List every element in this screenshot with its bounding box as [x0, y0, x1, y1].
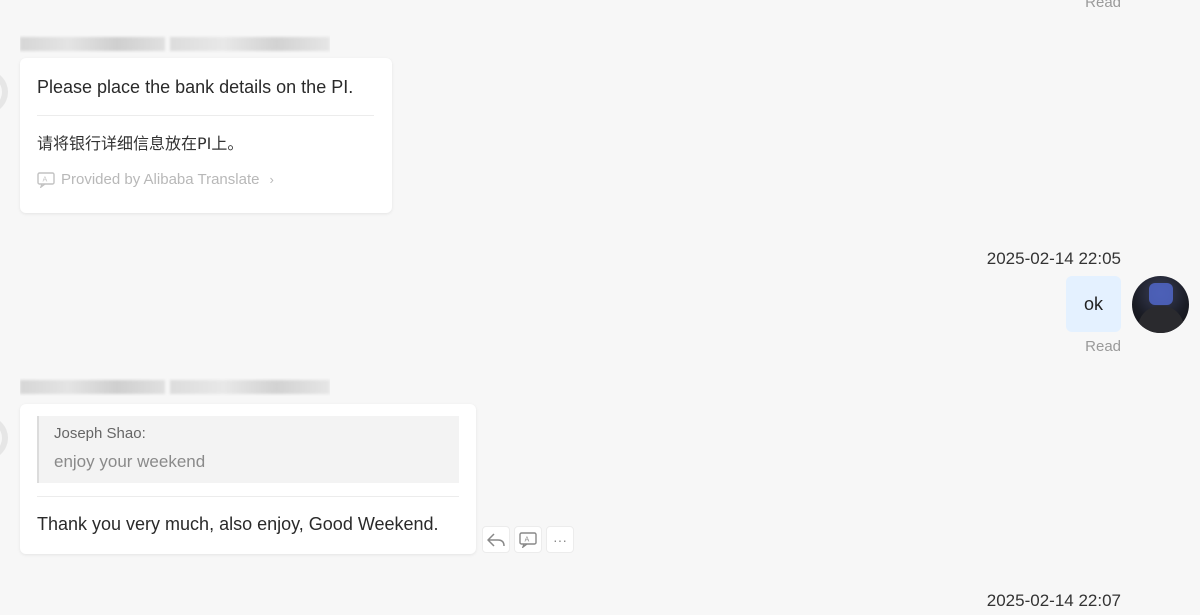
read-status: Read [1085, 338, 1121, 355]
message-timestamp: 2025-02-14 22:05 [986, 249, 1121, 268]
sender-avatar[interactable] [0, 70, 8, 114]
message-original-text: Please place the bank details on the PI. [37, 77, 354, 97]
reply-icon [487, 532, 505, 547]
svg-text:A: A [525, 535, 530, 543]
outgoing-message-bubble[interactable]: ok [1066, 276, 1121, 332]
quoted-text: enjoy your weekend [54, 452, 206, 471]
sender-info-blurred [20, 378, 330, 396]
incoming-reply-bubble[interactable]: Joseph Shao: enjoy your weekend Thank yo… [20, 404, 476, 554]
sender-info-blurred [20, 35, 330, 53]
quote-divider [37, 496, 459, 497]
message-translation-text: 请将银行详细信息放在PI上。 [37, 134, 244, 153]
translate-button[interactable]: A [514, 526, 542, 553]
more-icon: ··· [553, 531, 567, 548]
read-status-top: Read [1085, 0, 1121, 11]
svg-text:A: A [43, 175, 48, 183]
reply-button[interactable] [482, 526, 510, 553]
message-actions: A ··· [482, 526, 574, 553]
message-timestamp: 2025-02-14 22:07 [986, 591, 1121, 610]
sender-avatar[interactable] [0, 416, 8, 460]
translate-icon: A [37, 171, 55, 188]
chevron-right-icon: › [269, 172, 274, 187]
quoted-author: Joseph Shao: [54, 425, 146, 442]
incoming-message-bubble[interactable]: Please place the bank details on the PI.… [20, 58, 392, 213]
reply-message-text: Thank you very much, also enjoy, Good We… [37, 514, 439, 534]
translation-provider-label: Provided by Alibaba Translate [61, 171, 260, 188]
translation-divider [37, 115, 374, 116]
translate-icon: A [519, 531, 537, 548]
quoted-message[interactable]: Joseph Shao: enjoy your weekend [37, 416, 459, 483]
my-avatar[interactable] [1132, 276, 1189, 333]
more-button[interactable]: ··· [546, 526, 574, 553]
translation-provider[interactable]: A Provided by Alibaba Translate › [37, 171, 374, 188]
